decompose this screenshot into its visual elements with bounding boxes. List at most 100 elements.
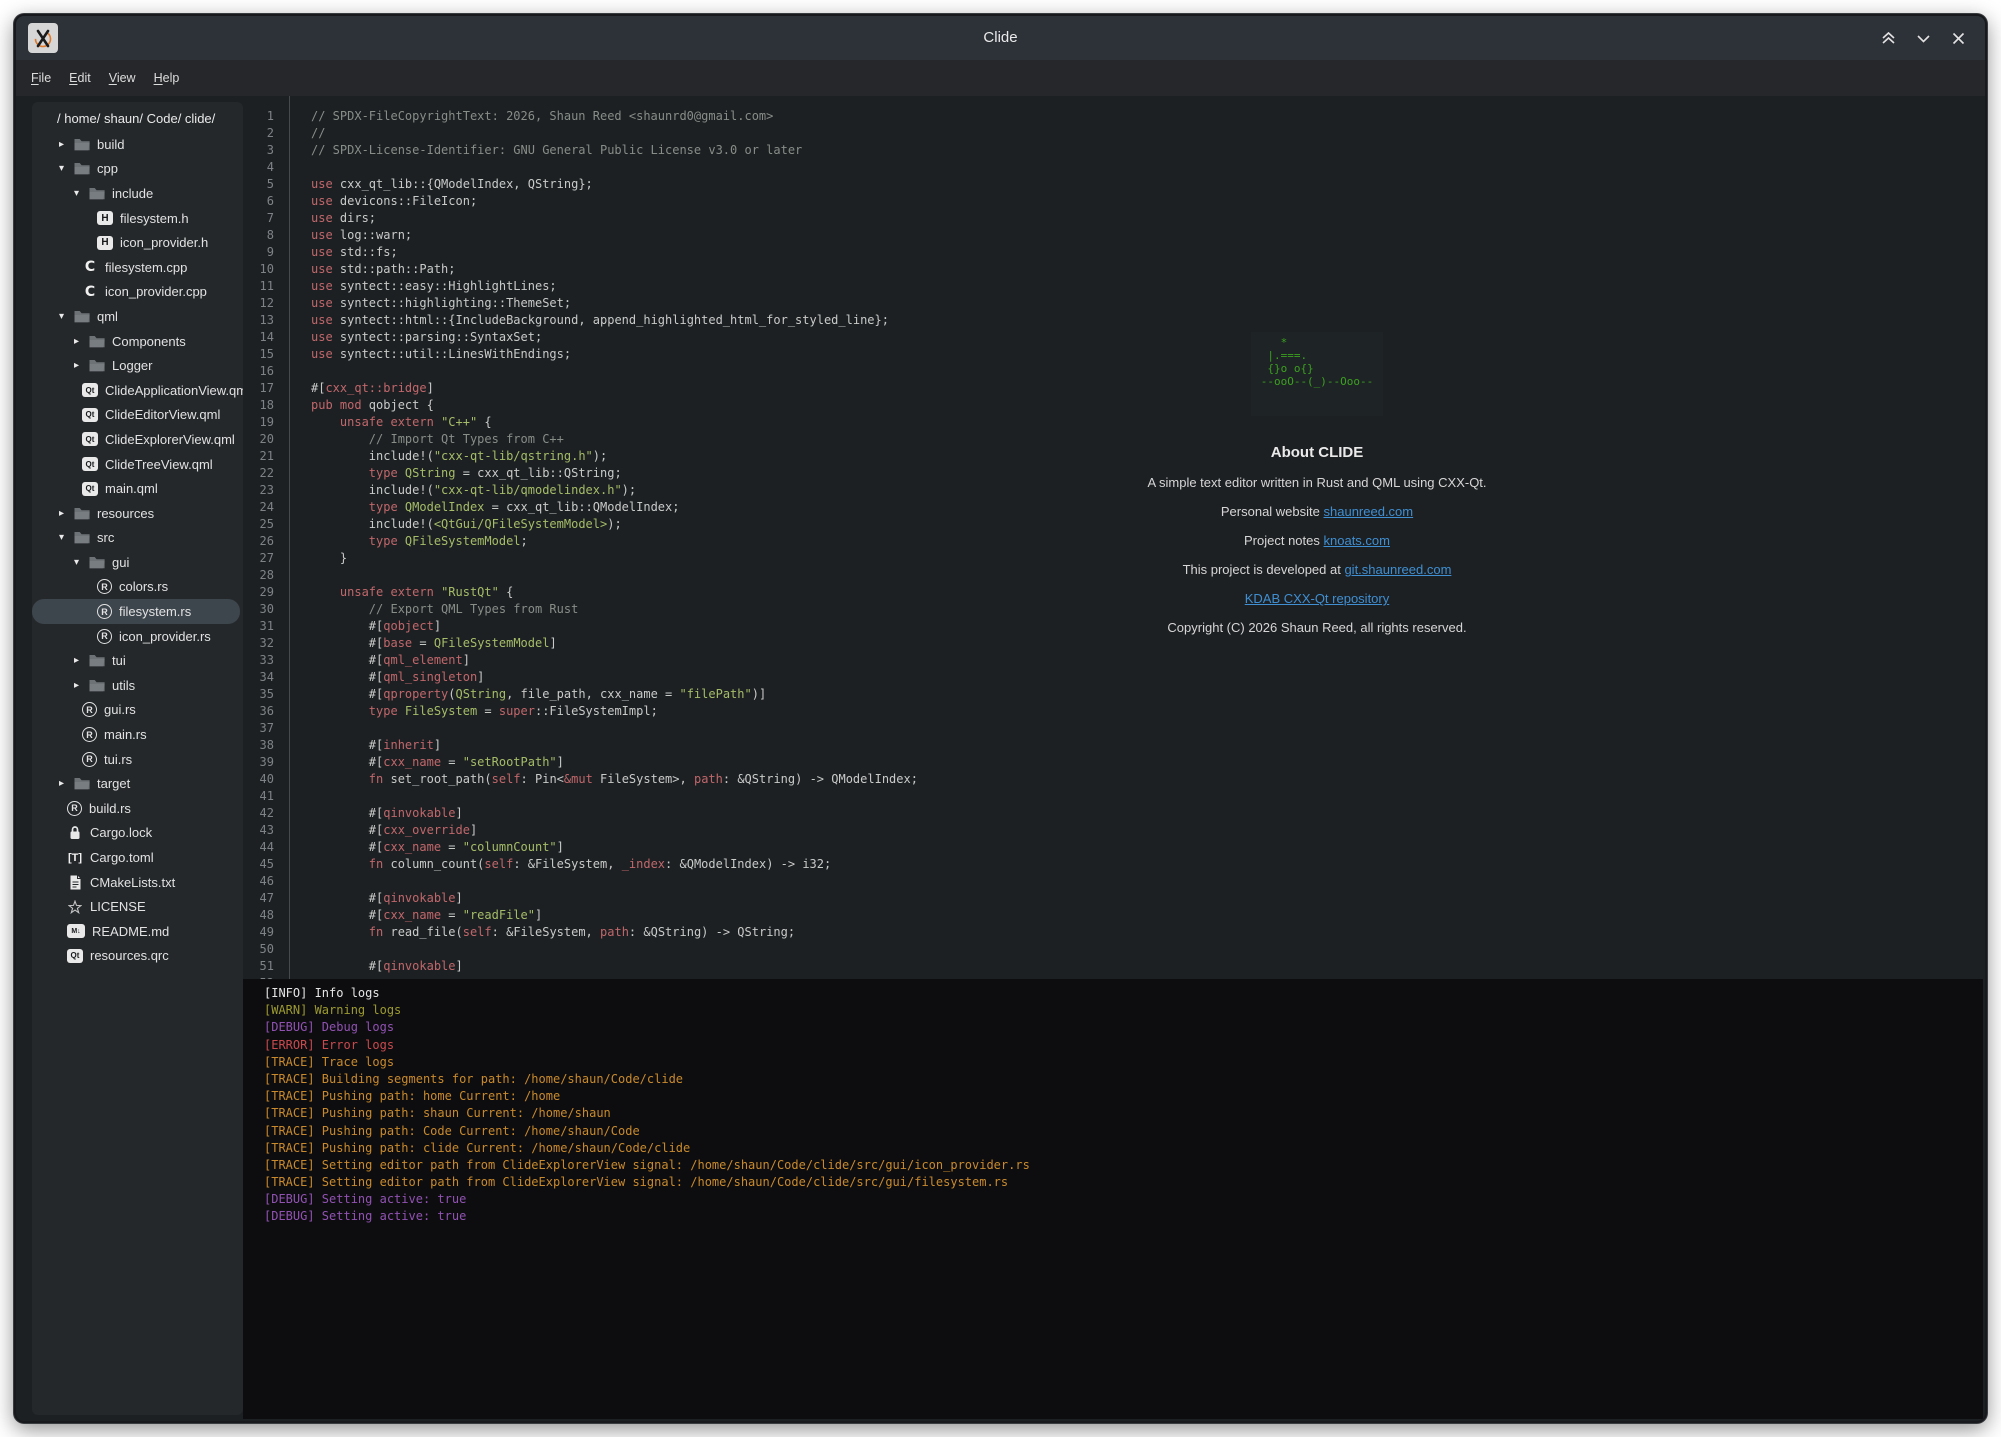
tree-item-clidetreeview-qml[interactable]: QtClideTreeView.qml [32, 452, 243, 477]
tree-item-readme-md[interactable]: M↓README.md [32, 919, 243, 944]
tree-item-gui-rs[interactable]: Rgui.rs [32, 698, 243, 723]
close-button[interactable] [1950, 30, 1967, 47]
tree-item-label: ClideApplicationView.qml [105, 383, 243, 398]
chevron-down-icon[interactable]: ▾ [74, 557, 89, 568]
code-token: : &QString) -> QString; [629, 925, 795, 939]
chevron-down-icon[interactable]: ▾ [59, 163, 74, 174]
keep-above-button[interactable] [1880, 30, 1897, 47]
code-line: type QString = cxx_qt_lib::QString; [311, 465, 918, 482]
tree-item-main-qml[interactable]: Qtmain.qml [32, 476, 243, 501]
tree-item-include[interactable]: ▾ include [32, 181, 243, 206]
menu-view[interactable]: View [100, 71, 145, 85]
tree-item-clideeditorview-qml[interactable]: QtClideEditorView.qml [32, 403, 243, 428]
tree-item-tui[interactable]: ▸tui [32, 648, 243, 673]
code-token: "C++" [441, 415, 477, 429]
chevron-right-icon[interactable]: ▸ [74, 360, 89, 371]
chevron-right-icon[interactable]: ▸ [59, 778, 74, 789]
code-line: } [311, 550, 918, 567]
code-token [311, 585, 340, 599]
code-token: qml_element [383, 653, 462, 667]
tree-item-label: utils [112, 678, 135, 693]
folder-icon [74, 777, 90, 790]
tree-item-target[interactable]: ▸target [32, 771, 243, 796]
code-token: ; [521, 534, 528, 548]
tree-item-filesystem-cpp[interactable]: Cfilesystem.cpp [32, 255, 243, 280]
tree-item-colors-rs[interactable]: Rcolors.rs [32, 575, 243, 600]
tree-item-components[interactable]: ▸Components [32, 329, 243, 354]
code-line: type FileSystem = super::FileSystemImpl; [311, 703, 918, 720]
code-token: self [463, 925, 492, 939]
code-line [311, 567, 918, 584]
code-token: type [369, 704, 405, 718]
chevron-down-icon[interactable]: ▾ [74, 188, 89, 199]
tree-item-cargo-lock[interactable]: Cargo.lock [32, 821, 243, 846]
about-link[interactable]: knoats.com [1324, 533, 1390, 548]
chevron-right-icon[interactable]: ▸ [74, 336, 89, 347]
code-token: // [311, 126, 325, 140]
code-token: #[ [311, 806, 383, 820]
folder-icon [74, 507, 90, 520]
chevron-right-icon[interactable]: ▸ [59, 508, 74, 519]
about-link[interactable]: git.shaunreed.com [1344, 562, 1451, 577]
menu-help[interactable]: Help [145, 71, 189, 85]
minimize-button[interactable] [1915, 30, 1932, 47]
file-explorer-panel[interactable]: / home/ shaun/ Code/ clide/ ▸build▾cpp▾i… [32, 102, 243, 1415]
tree-item-logger[interactable]: ▸Logger [32, 353, 243, 378]
code-editor[interactable]: 1234567891011121314151617181920212223242… [243, 96, 1985, 979]
tree-item-icon-provider-cpp[interactable]: Cicon_provider.cpp [32, 280, 243, 305]
line-number: 3 [243, 142, 289, 159]
tree-item-clideexplorerview-qml[interactable]: QtClideExplorerView.qml [32, 427, 243, 452]
code-token: )] [752, 687, 766, 701]
menu-edit[interactable]: Edit [60, 71, 100, 85]
folder-icon [89, 654, 105, 667]
code-token: log::warn; [340, 228, 412, 242]
log-line: [DEBUG] Setting active: true [264, 1191, 1983, 1208]
tree-item-build[interactable]: ▸build [32, 132, 243, 157]
tree-item-icon-provider-rs[interactable]: Ricon_provider.rs [32, 624, 243, 649]
code-token: type [369, 466, 405, 480]
tree-item-utils[interactable]: ▸ utils [32, 673, 243, 698]
tree-item-resources-qrc[interactable]: Qtresources.qrc [32, 944, 243, 969]
chevron-right-icon[interactable]: ▸ [74, 680, 89, 691]
tree-item-filesystem-rs[interactable]: Rfilesystem.rs [32, 599, 240, 624]
line-number: 26 [243, 533, 289, 550]
chevron-right-icon[interactable]: ▸ [74, 655, 89, 666]
tree-item-tui-rs[interactable]: Rtui.rs [32, 747, 243, 772]
tree-item-cmakelists-txt[interactable]: CMakeLists.txt [32, 870, 243, 895]
qt-file-icon: Qt [82, 408, 98, 422]
code-line: use syntect::html::{IncludeBackground, a… [311, 312, 918, 329]
tree-item-gui[interactable]: ▾gui [32, 550, 243, 575]
chevron-down-icon[interactable]: ▾ [59, 311, 74, 322]
toml-file-icon: [T] [67, 852, 83, 864]
tree-item-clideapplicationview-qml[interactable]: QtClideApplicationView.qml [32, 378, 243, 403]
titlebar[interactable]: Clide [16, 16, 1985, 60]
line-number: 42 [243, 805, 289, 822]
tree-item-filesystem-h[interactable]: Hfilesystem.h [32, 206, 243, 231]
tree-item-cargo-toml[interactable]: [T]Cargo.toml [32, 845, 243, 870]
log-output-panel[interactable]: [INFO] Info logs[WARN] Warning logs[DEBU… [243, 979, 1983, 1419]
tree-item-icon-provider-h[interactable]: Hicon_provider.h [32, 230, 243, 255]
line-number: 4 [243, 159, 289, 176]
tree-item-cpp[interactable]: ▾cpp [32, 157, 243, 182]
code-token: use [311, 211, 340, 225]
about-link[interactable]: shaunreed.com [1324, 504, 1414, 519]
tree-item-label: include [112, 186, 153, 201]
code-token: #[ [311, 670, 383, 684]
chevron-right-icon[interactable]: ▸ [59, 139, 74, 150]
code-token: #[ [311, 381, 325, 395]
tree-item-resources[interactable]: ▸resources [32, 501, 243, 526]
tree-item-qml[interactable]: ▾qml [32, 304, 243, 329]
tree-item-main-rs[interactable]: Rmain.rs [32, 722, 243, 747]
line-number: 6 [243, 193, 289, 210]
menu-file[interactable]: File [22, 71, 60, 85]
tree-item-src[interactable]: ▾src [32, 526, 243, 551]
tree-item-license[interactable]: LICENSE [32, 894, 243, 919]
code-line: #[qinvokable] [311, 805, 918, 822]
about-link[interactable]: KDAB CXX-Qt repository [1245, 591, 1390, 606]
tree-item-build-rs[interactable]: Rbuild.rs [32, 796, 243, 821]
chevron-down-icon[interactable]: ▾ [59, 532, 74, 543]
line-number: 7 [243, 210, 289, 227]
code-token: "setRootPath" [463, 755, 557, 769]
code-line: #[qinvokable] [311, 890, 918, 907]
line-number: 20 [243, 431, 289, 448]
